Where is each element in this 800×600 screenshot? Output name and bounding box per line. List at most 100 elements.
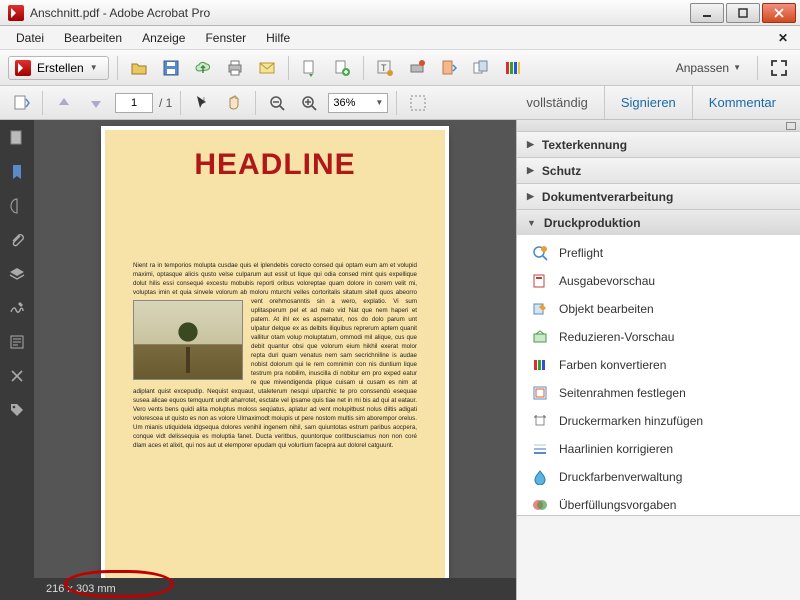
cross-icon[interactable]: [7, 366, 27, 386]
document-page: HEADLINE Nient ra in temporios molupta c…: [105, 130, 445, 590]
window-close-button[interactable]: [762, 3, 796, 23]
page-headline: HEADLINE: [133, 148, 417, 182]
tools-panel: ▶ Texterkennung ▶ Schutz ▶ Dokumentverar…: [516, 120, 800, 600]
section-header-schutz[interactable]: ▶ Schutz: [517, 158, 800, 183]
status-bar: 216 x 303 mm: [34, 578, 516, 600]
create-button[interactable]: Erstellen ▼: [8, 56, 109, 80]
caret-down-icon: ▼: [733, 63, 741, 72]
layers-icon[interactable]: [7, 264, 27, 284]
create-pdf-button[interactable]: [329, 55, 355, 81]
section-label: Druckproduktion: [544, 216, 641, 230]
select-tool-button[interactable]: I: [189, 90, 215, 116]
chevron-right-icon: ▶: [527, 165, 534, 176]
page-number-input[interactable]: [115, 93, 153, 113]
separator: [288, 56, 289, 80]
zoom-select[interactable]: 36% ▼: [328, 93, 388, 113]
panel-top-strip: [517, 120, 800, 132]
menu-anzeige[interactable]: Anzeige: [132, 28, 195, 48]
separator: [180, 91, 181, 115]
articles-icon[interactable]: [7, 332, 27, 352]
window-minimize-button[interactable]: [690, 3, 724, 23]
ink-manager-icon: [531, 468, 549, 486]
cloud-button[interactable]: [190, 55, 216, 81]
separator: [117, 56, 118, 80]
tool-objekt-bearbeiten[interactable]: Objekt bearbeiten: [517, 295, 800, 323]
page-dimensions: 216 x 303 mm: [46, 583, 116, 595]
flatten-icon: [531, 328, 549, 346]
app-icon: [8, 5, 24, 21]
section-label: Schutz: [542, 164, 581, 178]
tab-signieren[interactable]: Signieren: [604, 86, 692, 119]
quick-print-button[interactable]: [404, 55, 430, 81]
page-body-text: Nient ra in temporios molupta cusdae qui…: [133, 262, 417, 451]
chevron-right-icon: ▶: [527, 191, 534, 202]
section-druckproduktion: ▼ Druckproduktion Preflight Ausgabevorsc…: [517, 210, 800, 516]
hand-tool-button[interactable]: [221, 90, 247, 116]
tool-reduzieren-vorschau[interactable]: Reduzieren-Vorschau: [517, 323, 800, 351]
section-label: Dokumentverarbeitung: [542, 190, 673, 204]
document-close-button[interactable]: ✕: [772, 28, 794, 48]
menu-fenster[interactable]: Fenster: [195, 28, 256, 48]
email-button[interactable]: [254, 55, 280, 81]
open-button[interactable]: [126, 55, 152, 81]
fullscreen-button[interactable]: [766, 55, 792, 81]
separator: [757, 56, 758, 80]
page-down-button[interactable]: [83, 90, 109, 116]
bookmarks-icon[interactable]: [7, 162, 27, 182]
insert-page-button[interactable]: [436, 55, 462, 81]
menu-hilfe[interactable]: Hilfe: [256, 28, 300, 48]
create-label: Erstellen: [37, 61, 84, 75]
attachments-icon[interactable]: [7, 230, 27, 250]
document-viewport[interactable]: HEADLINE Nient ra in temporios molupta c…: [34, 120, 516, 600]
marquee-zoom-button[interactable]: [405, 90, 431, 116]
page-image-tree: [133, 300, 243, 380]
hairlines-icon: [531, 440, 549, 458]
menu-datei[interactable]: Datei: [6, 28, 54, 48]
panel-menu-icon[interactable]: [786, 122, 796, 130]
color-button[interactable]: [500, 55, 526, 81]
section-dokumentverarbeitung: ▶ Dokumentverarbeitung: [517, 184, 800, 210]
customize-button[interactable]: Anpassen ▼: [668, 58, 749, 78]
tool-seitenrahmen[interactable]: Seitenrahmen festlegen: [517, 379, 800, 407]
tool-ausgabevorschau[interactable]: Ausgabevorschau: [517, 267, 800, 295]
convert-colors-icon: [531, 356, 549, 374]
printer-marks-icon: [531, 412, 549, 430]
zoom-in-button[interactable]: [296, 90, 322, 116]
ruler-icon[interactable]: [7, 196, 27, 216]
combine-button[interactable]: [468, 55, 494, 81]
page-up-button[interactable]: [51, 90, 77, 116]
chevron-right-icon: ▶: [527, 139, 534, 150]
print-button[interactable]: [222, 55, 248, 81]
tool-farben-konvertieren[interactable]: Farben konvertieren: [517, 351, 800, 379]
tags-icon[interactable]: [7, 400, 27, 420]
show-pages-button[interactable]: [8, 90, 34, 116]
signatures-icon[interactable]: [7, 298, 27, 318]
section-header-dokumentverarbeitung[interactable]: ▶ Dokumentverarbeitung: [517, 184, 800, 209]
thumbnails-icon[interactable]: [7, 128, 27, 148]
tool-preflight[interactable]: Preflight: [517, 239, 800, 267]
export-button[interactable]: [297, 55, 323, 81]
edit-text-button[interactable]: T: [372, 55, 398, 81]
zoom-out-button[interactable]: [264, 90, 290, 116]
section-header-druckproduktion[interactable]: ▼ Druckproduktion: [517, 210, 800, 235]
section-header-texterkennung[interactable]: ▶ Texterkennung: [517, 132, 800, 157]
tool-haarlinien[interactable]: Haarlinien korrigieren: [517, 435, 800, 463]
menu-bearbeiten[interactable]: Bearbeiten: [54, 28, 132, 48]
tool-druckfarbenverwaltung[interactable]: Druckfarbenverwaltung: [517, 463, 800, 491]
svg-text:I: I: [203, 97, 205, 104]
tab-vollstaendig[interactable]: vollständig: [510, 86, 603, 119]
nav-toolbar: / 1 I 36% ▼ vollständig Signieren Kommen…: [0, 86, 800, 120]
tab-kommentar[interactable]: Kommentar: [692, 86, 792, 119]
section-texterkennung: ▶ Texterkennung: [517, 132, 800, 158]
page-boxes-icon: [531, 384, 549, 402]
tool-druckermarken[interactable]: Druckermarken hinzufügen: [517, 407, 800, 435]
section-body-druckproduktion: Preflight Ausgabevorschau Objekt bearbei…: [517, 235, 800, 515]
separator: [396, 91, 397, 115]
caret-down-icon: ▼: [375, 98, 383, 107]
section-label: Texterkennung: [542, 138, 627, 152]
window-title: Anschnitt.pdf - Adobe Acrobat Pro: [30, 6, 688, 20]
window-maximize-button[interactable]: [726, 3, 760, 23]
zoom-value: 36%: [333, 97, 355, 109]
tool-ueberfuellung[interactable]: Überfüllungsvorgaben: [517, 491, 800, 515]
save-button[interactable]: [158, 55, 184, 81]
